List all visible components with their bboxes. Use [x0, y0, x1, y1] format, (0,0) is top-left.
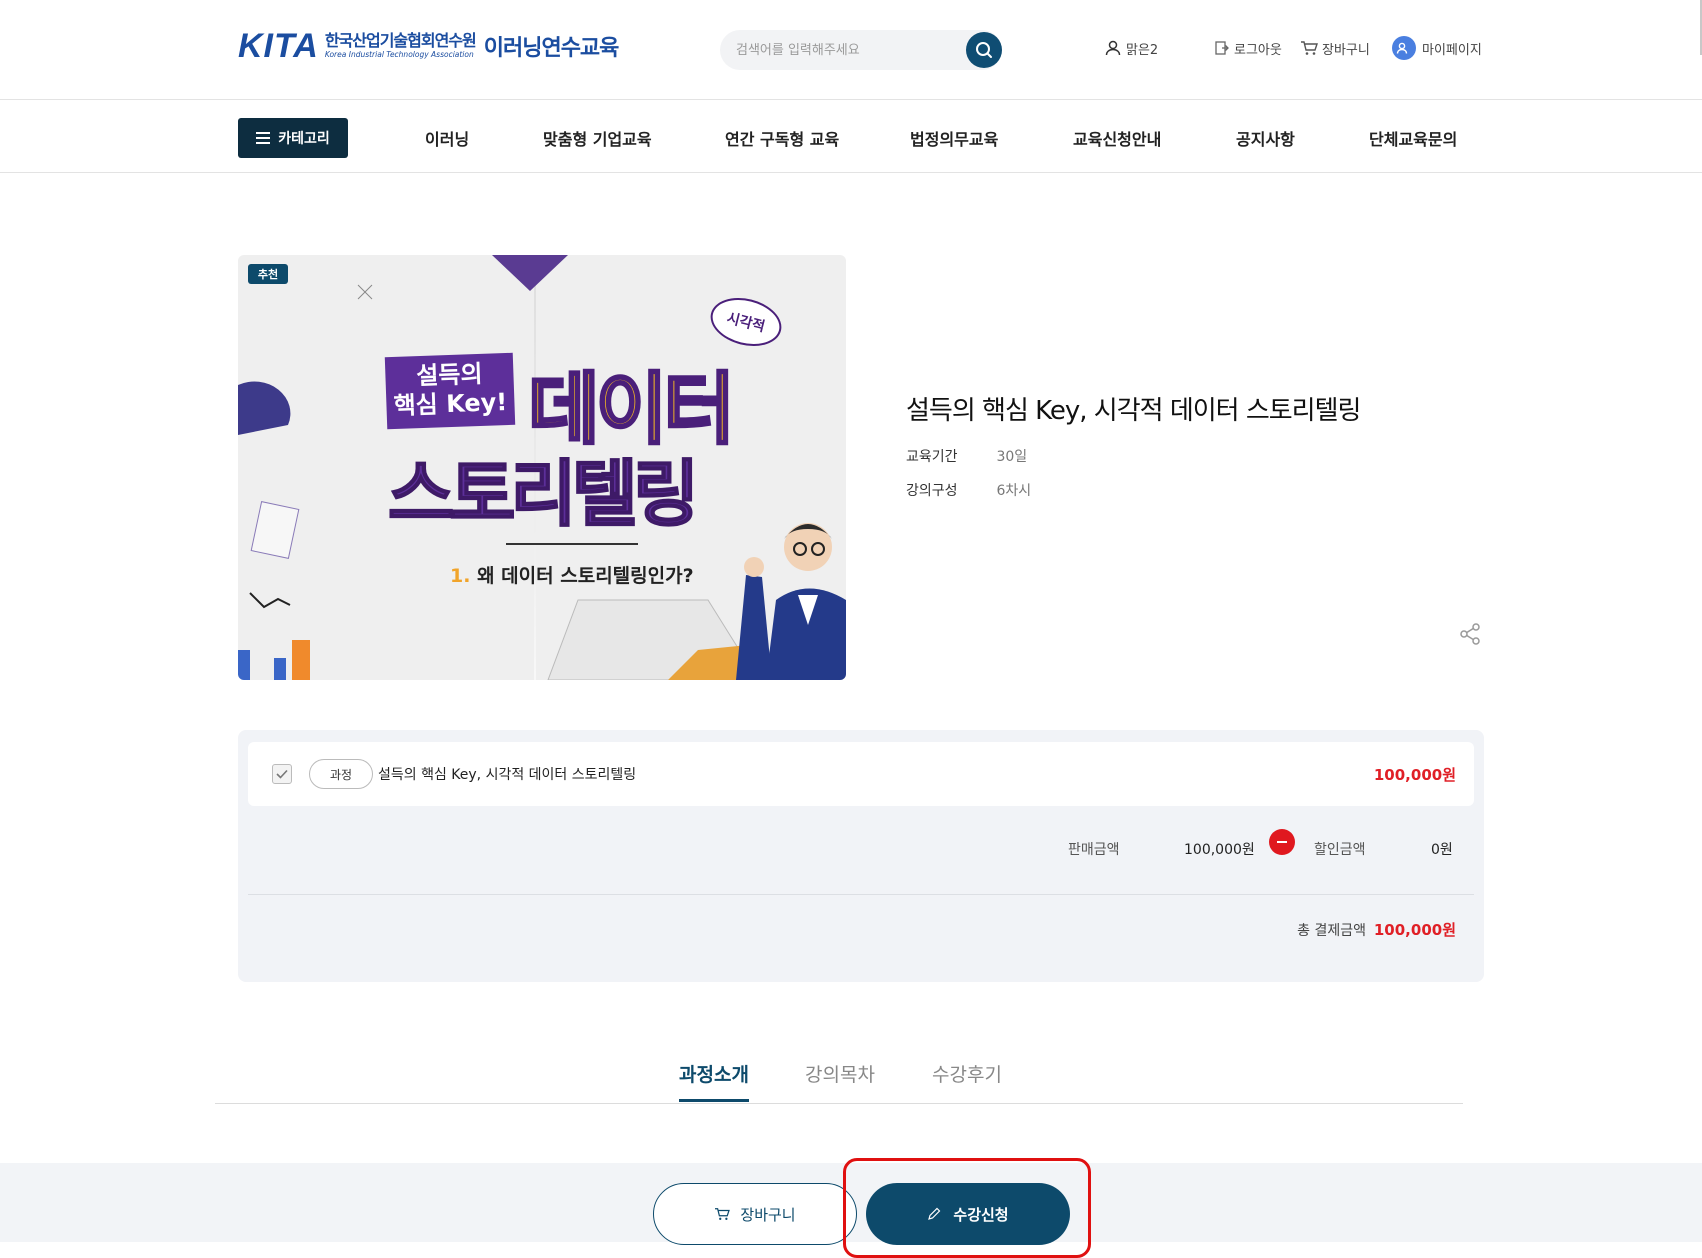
- thumb-subtitle-number: 1.: [450, 565, 471, 587]
- meta-value: 30일: [996, 449, 1028, 465]
- order-item-row: 과정 설득의 핵심 Key, 시각적 데이터 스토리텔링 100,000원: [248, 742, 1474, 806]
- tab-reviews[interactable]: 수강후기: [932, 1060, 1002, 1099]
- nav-item-annual-subscription[interactable]: 연간 구독형 교육: [725, 126, 839, 150]
- search-button[interactable]: [966, 32, 1002, 68]
- share-button[interactable]: [1458, 622, 1482, 650]
- thumb-tag-box: 설득의 핵심 Key!: [384, 352, 516, 430]
- cart-icon: [1301, 41, 1318, 55]
- avatar-icon: [1392, 36, 1416, 60]
- search-bar: [720, 30, 1002, 70]
- user-name: 맑은2: [1126, 42, 1159, 58]
- meta-label: 강의구성: [906, 483, 958, 499]
- search-icon: [976, 42, 992, 58]
- logo-mark: KITA: [238, 26, 319, 65]
- meta-row-composition: 강의구성 6차시: [906, 480, 1031, 500]
- pencil-icon: [928, 1207, 941, 1220]
- logo-org-en: Korea Industrial Technology Association: [324, 50, 474, 60]
- category-button[interactable]: 카테고리: [238, 118, 348, 158]
- site-logo[interactable]: KITA 한국산업기술협회연수원 Korea Industrial Techno…: [238, 26, 620, 66]
- logo-org-ko: 한국산업기술협회연수원: [324, 31, 477, 51]
- logo-service-name: 이러닝연수교육: [483, 36, 620, 61]
- main-nav: 카테고리 이러닝 맞춤형 기업교육 연간 구독형 교육 법정의무교육 교육신청안…: [0, 101, 1702, 173]
- item-name: 설득의 핵심 Key, 시각적 데이터 스토리텔링: [378, 767, 637, 783]
- thumb-tag-line1: 설득의: [415, 359, 484, 391]
- nav-item-group-inquiry[interactable]: 단체교육문의: [1369, 126, 1457, 150]
- thumb-subtitle-text: 왜 데이터 스토리텔링인가?: [477, 565, 694, 587]
- enroll-label: 수강신청: [953, 1205, 1009, 1224]
- item-price: 100,000원: [1373, 766, 1456, 784]
- tab-curriculum[interactable]: 강의목차: [805, 1060, 875, 1099]
- price-summary: 과정 설득의 핵심 Key, 시각적 데이터 스토리텔링 100,000원 판매…: [238, 730, 1484, 982]
- thumb-subtitle: 1. 왜 데이터 스토리텔링인가?: [450, 561, 694, 588]
- recommend-badge: 추천: [248, 264, 288, 284]
- course-thumbnail: 추천 설득의 핵심 Key! 데이터 스토리텔링 시각적 1. 왜 데이터 스토…: [238, 255, 846, 680]
- instructor-illustration: [736, 523, 846, 680]
- add-to-cart-label: 장바구니: [740, 1205, 796, 1224]
- user-name-link[interactable]: 맑은2: [1104, 36, 1158, 60]
- category-label: 카테고리: [278, 131, 330, 147]
- sale-amount-label: 판매금액: [1068, 842, 1120, 858]
- summary-divider: [248, 894, 1474, 895]
- enroll-button[interactable]: 수강신청: [866, 1183, 1070, 1245]
- item-checkbox[interactable]: [272, 764, 292, 784]
- thumb-title-line2: 스토리텔링: [387, 451, 700, 537]
- sale-amount-value: 100,000원: [1184, 842, 1255, 858]
- logout-label: 로그아웃: [1234, 42, 1282, 58]
- search-input[interactable]: [736, 30, 956, 70]
- check-icon: [276, 769, 288, 779]
- add-to-cart-button[interactable]: 장바구니: [653, 1183, 857, 1245]
- nav-item-elearning[interactable]: 이러닝: [425, 126, 469, 150]
- thumb-divider: [506, 543, 638, 545]
- nav-item-notice[interactable]: 공지사항: [1236, 126, 1295, 150]
- menu-icon: [256, 132, 271, 144]
- detail-tabs: 과정소개 강의목차 수강후기: [215, 1058, 1463, 1104]
- logo-org: 한국산업기술협회연수원 Korea Industrial Technology …: [324, 31, 477, 60]
- total-value: 100,000원: [1373, 921, 1456, 939]
- mypage-label: 마이페이지: [1422, 42, 1482, 58]
- logout-icon: [1215, 41, 1229, 55]
- meta-value: 6차시: [996, 483, 1032, 499]
- mypage-link[interactable]: 마이페이지: [1392, 36, 1482, 60]
- item-type-pill: 과정: [309, 759, 373, 789]
- cart-icon: [715, 1208, 731, 1220]
- cart-label: 장바구니: [1322, 42, 1370, 58]
- total-label: 총 결제금액: [1297, 923, 1366, 939]
- meta-label: 교육기간: [906, 449, 958, 465]
- cart-link[interactable]: 장바구니: [1300, 36, 1370, 60]
- user-icon: [1105, 40, 1121, 56]
- thumb-tag-line2: 핵심 Key!: [393, 387, 508, 420]
- nav-item-application-guide[interactable]: 교육신청안내: [1073, 126, 1161, 150]
- nav-item-mandatory[interactable]: 법정의무교육: [910, 126, 998, 150]
- site-header: KITA 한국산업기술협회연수원 Korea Industrial Techno…: [0, 0, 1702, 100]
- course-title: 설득의 핵심 Key, 시각적 데이터 스토리텔링: [906, 396, 1361, 426]
- minus-icon: [1269, 829, 1295, 855]
- meta-row-period: 교육기간 30일: [906, 446, 1027, 466]
- tab-course-intro[interactable]: 과정소개: [679, 1060, 749, 1102]
- discount-label: 할인금액: [1314, 842, 1366, 858]
- discount-value: 0원: [1431, 842, 1453, 858]
- nav-item-custom-corporate[interactable]: 맞춤형 기업교육: [543, 126, 652, 150]
- share-icon: [1460, 623, 1480, 645]
- logout-link[interactable]: 로그아웃: [1214, 36, 1282, 60]
